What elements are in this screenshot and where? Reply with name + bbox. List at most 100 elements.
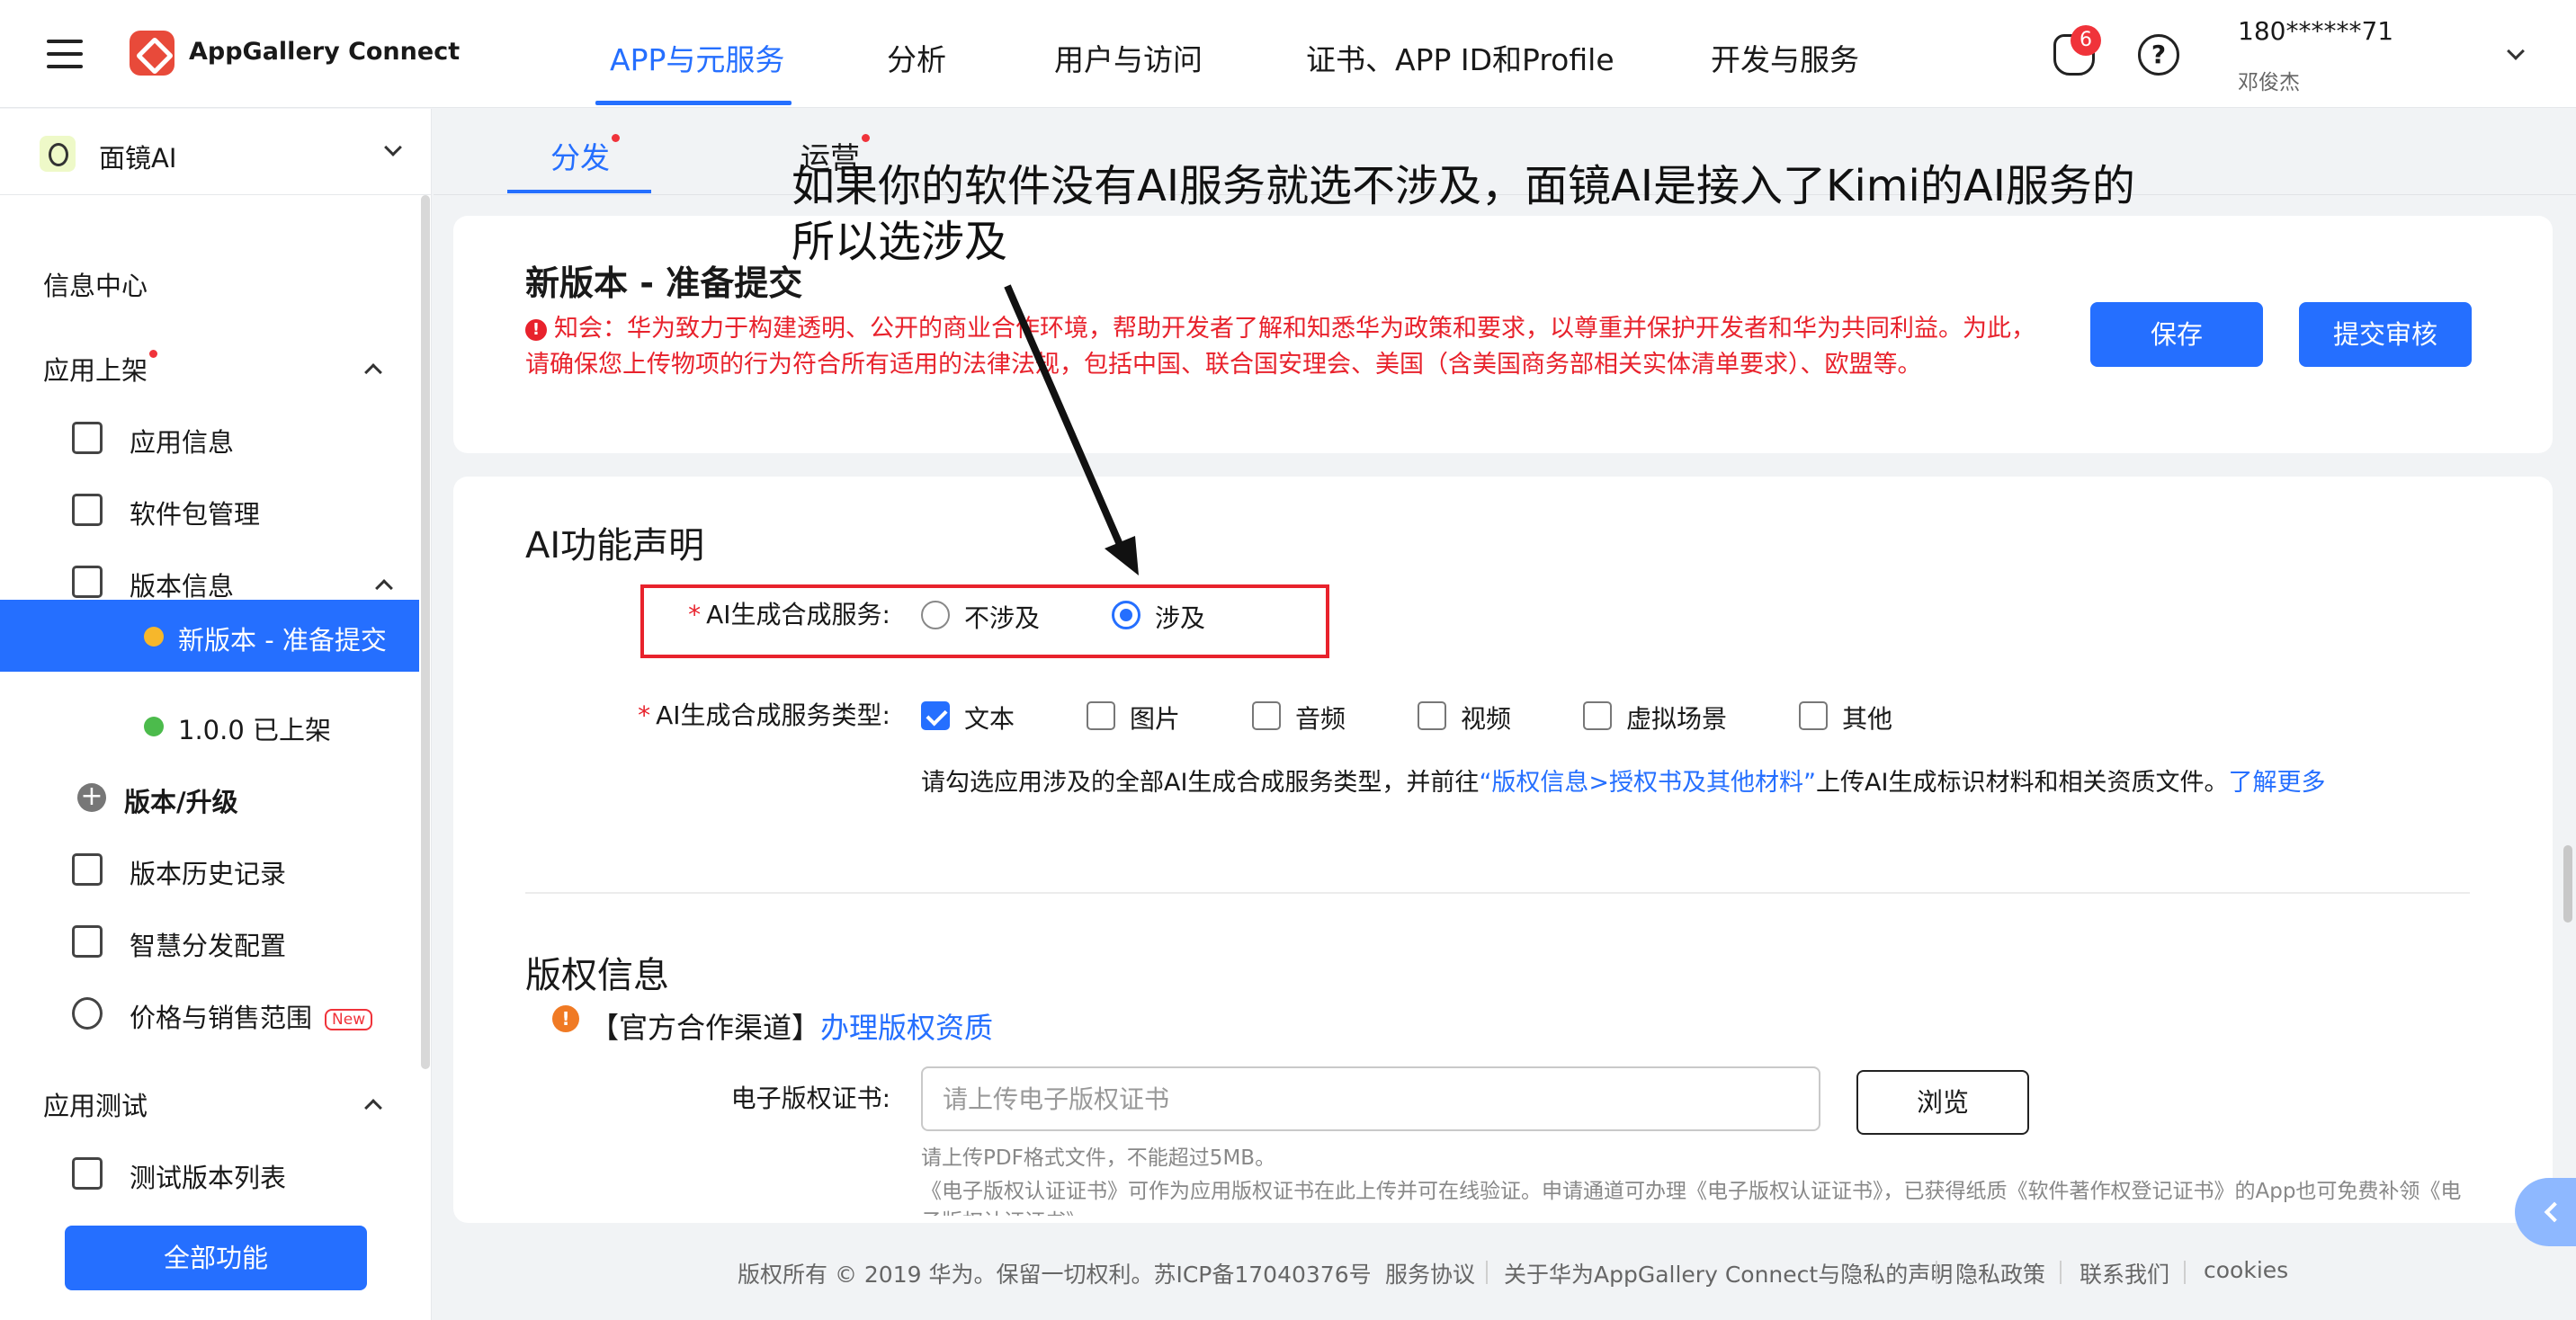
page-title: 新版本 - 准备提交 bbox=[525, 263, 803, 303]
main-scrollbar[interactable] bbox=[2563, 845, 2572, 923]
package-box-icon bbox=[72, 494, 103, 526]
sidebar-item-label: 应用上架 bbox=[43, 355, 148, 386]
sidebar-item-label: 版本信息 bbox=[130, 571, 235, 602]
checkbox-audio-label[interactable]: 音频 bbox=[1295, 700, 1346, 736]
chevron-up-icon[interactable] bbox=[375, 579, 393, 597]
sidebar-item-app-info[interactable]: 应用信息 bbox=[0, 402, 419, 474]
history-list-icon bbox=[72, 853, 103, 886]
footer-link-privacy-policy[interactable]: 隐私政策 bbox=[1955, 1257, 2045, 1289]
hint-text-suffix: 上传AI生成标识材料和相关资质文件。 bbox=[1816, 769, 2229, 797]
app-selector[interactable]: 面镜AI bbox=[0, 109, 432, 195]
checkbox-virtual-scene-label[interactable]: 虚拟场景 bbox=[1626, 700, 1727, 736]
price-yen-icon bbox=[72, 997, 103, 1030]
sidebar-item-label: 信息中心 bbox=[43, 271, 148, 301]
checkbox-text[interactable] bbox=[921, 701, 950, 730]
nav-analytics[interactable]: 分析 bbox=[887, 36, 946, 79]
sidebar-item-version-upgrade[interactable]: + 版本/升级 bbox=[0, 762, 419, 834]
footer-link-cookies[interactable]: cookies bbox=[2204, 1257, 2288, 1283]
compliance-notice: ! 知会：华为致力于构建透明、公开的商业合作环境，帮助开发者了解和知悉华为政策和要… bbox=[525, 311, 2054, 383]
sidebar-item-info-center[interactable]: 信息中心 bbox=[0, 245, 419, 317]
sidebar-item-smart-distribution[interactable]: 智慧分发配置 bbox=[0, 905, 419, 977]
nav-users-access[interactable]: 用户与访问 bbox=[1054, 36, 1203, 79]
sidebar-item-package-mgmt[interactable]: 软件包管理 bbox=[0, 474, 419, 546]
sidebar-group-app-listing[interactable]: 应用上架 bbox=[0, 330, 419, 402]
annotation-line-1: 如果你的软件没有AI服务就选不涉及，面镜AI是接入了Kimi的AI服务的 bbox=[792, 161, 2135, 211]
sidebar-item-new-version[interactable]: 新版本 - 准备提交 bbox=[0, 600, 419, 672]
footer-divider bbox=[1486, 1261, 1488, 1284]
user-menu-chevron-down-icon[interactable] bbox=[2507, 42, 2525, 60]
checkbox-other[interactable] bbox=[1799, 701, 1828, 730]
ai-type-hint: 请勾选应用涉及的全部AI生成合成服务类型，并前往“版权信息>授权书及其他材料”上… bbox=[921, 763, 2325, 798]
test-list-icon bbox=[72, 1157, 103, 1190]
required-asterisk: * bbox=[638, 700, 651, 730]
chevron-down-icon[interactable] bbox=[384, 138, 402, 156]
plus-circle-icon: + bbox=[77, 783, 106, 812]
save-button[interactable]: 保存 bbox=[2090, 302, 2263, 367]
checkbox-video-label[interactable]: 视频 bbox=[1461, 700, 1511, 736]
footer-divider bbox=[1936, 1261, 1937, 1284]
footer-copyright: 版权所有 © 2019 华为。保留一切权利。苏ICP备17040376号 bbox=[738, 1262, 1372, 1288]
app-avatar-icon bbox=[40, 136, 76, 172]
sidebar-item-label: 智慧分发配置 bbox=[130, 931, 287, 961]
chevron-up-icon[interactable] bbox=[364, 363, 382, 381]
sidebar-scrollbar[interactable] bbox=[421, 195, 430, 1069]
nav-app-services[interactable]: APP与元服务 bbox=[610, 36, 784, 79]
sidebar-item-label: 价格与销售范围 bbox=[130, 1003, 313, 1033]
footer-link-privacy-statement[interactable]: 关于华为AppGallery Connect与隐私的声明 bbox=[1504, 1257, 1953, 1289]
copyright-qualification-link[interactable]: 办理版权资质 bbox=[820, 1011, 993, 1045]
red-dot-indicator bbox=[862, 134, 870, 142]
brand-name[interactable]: AppGallery Connect bbox=[189, 38, 460, 66]
user-phone[interactable]: 180******71 bbox=[2238, 16, 2393, 46]
sidebar-item-price-sales[interactable]: 价格与销售范围 New bbox=[0, 977, 419, 1049]
all-functions-button[interactable]: 全部功能 bbox=[65, 1226, 367, 1290]
sidebar-item-label: 应用测试 bbox=[43, 1091, 148, 1121]
section-divider bbox=[525, 892, 2470, 894]
checkbox-video[interactable] bbox=[1418, 701, 1446, 730]
sidebar-group-app-testing[interactable]: 应用测试 bbox=[0, 1066, 419, 1137]
footer-divider bbox=[2184, 1261, 2186, 1284]
chevron-up-icon[interactable] bbox=[364, 1099, 382, 1117]
submit-review-button[interactable]: 提交审核 bbox=[2299, 302, 2472, 367]
version-check-icon bbox=[72, 566, 103, 598]
sidebar-item-label: 版本/升级 bbox=[124, 787, 238, 817]
checkbox-image-label[interactable]: 图片 bbox=[1130, 700, 1180, 736]
collapse-panel-chevron-left-icon[interactable] bbox=[2515, 1178, 2576, 1246]
nav-dev-services[interactable]: 开发与服务 bbox=[1711, 36, 1859, 79]
warning-icon: ! bbox=[552, 1005, 579, 1032]
help-icon[interactable]: ? bbox=[2138, 34, 2179, 76]
smart-distribution-icon bbox=[72, 925, 103, 958]
appgallery-logo-icon bbox=[130, 31, 174, 76]
checkbox-other-label[interactable]: 其他 bbox=[1842, 700, 1892, 736]
official-channel: 【官方合作渠道】办理版权资质 bbox=[590, 1005, 993, 1047]
app-name: 面镜AI bbox=[99, 143, 177, 174]
sidebar-item-version-history[interactable]: 版本历史记录 bbox=[0, 834, 419, 905]
tab-distribution[interactable]: 分发 bbox=[550, 134, 620, 177]
red-dot-indicator bbox=[612, 134, 620, 142]
red-dot-indicator bbox=[149, 350, 158, 358]
cert-upload-input[interactable] bbox=[921, 1066, 1820, 1131]
footer: 版权所有 © 2019 华为。保留一切权利。苏ICP备17040376号 服务协… bbox=[434, 1223, 2576, 1320]
sidebar: 面镜AI 信息中心 应用上架 应用信息 软件包管理 版本信息 新版本 - 准备提… bbox=[0, 109, 432, 1320]
checkbox-virtual-scene[interactable] bbox=[1583, 701, 1612, 730]
pdf-format-hint: 请上传PDF格式文件，不能超过5MB。 bbox=[921, 1146, 1276, 1170]
sidebar-group-label: 应用上架 bbox=[43, 350, 158, 388]
app-info-icon bbox=[72, 422, 103, 454]
nav-active-indicator bbox=[595, 101, 792, 105]
top-navigation-bar: AppGallery Connect APP与元服务 分析 用户与访问 证书、A… bbox=[0, 0, 2576, 108]
sidebar-item-test-version-list[interactable]: 测试版本列表 bbox=[0, 1137, 419, 1209]
checkbox-image[interactable] bbox=[1087, 701, 1115, 730]
footer-divider bbox=[2060, 1261, 2062, 1284]
copyright-materials-link[interactable]: “版权信息>授权书及其他材料” bbox=[1479, 769, 1816, 797]
checkbox-text-label[interactable]: 文本 bbox=[964, 700, 1015, 736]
menu-icon[interactable] bbox=[47, 40, 83, 68]
sidebar-item-label: 测试版本列表 bbox=[130, 1163, 287, 1193]
sidebar-item-label: 新版本 - 准备提交 bbox=[178, 625, 387, 656]
checkbox-audio[interactable] bbox=[1252, 701, 1281, 730]
sidebar-item-released-version[interactable]: 1.0.0 已上架 bbox=[0, 690, 419, 762]
learn-more-link[interactable]: 了解更多 bbox=[2228, 769, 2325, 797]
footer-link-contact[interactable]: 联系我们 bbox=[2080, 1257, 2169, 1289]
notification-badge: 6 bbox=[2071, 25, 2101, 56]
nav-certificates[interactable]: 证书、APP ID和Profile bbox=[1306, 36, 1614, 79]
browse-button[interactable]: 浏览 bbox=[1856, 1070, 2029, 1135]
footer-link-service-agreement[interactable]: 服务协议 bbox=[1385, 1257, 1475, 1289]
